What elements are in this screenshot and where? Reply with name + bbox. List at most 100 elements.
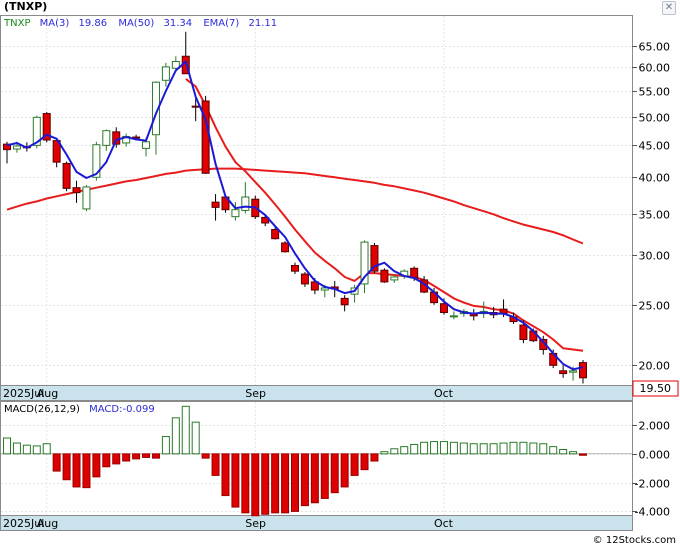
price-y-tick-label: 35.00 (639, 209, 671, 222)
candle-body (390, 276, 399, 281)
candle-body (300, 273, 309, 285)
candle-body (62, 162, 71, 189)
legend-ma3-value: 19.86 (79, 18, 108, 29)
macd-value: MACD:-0.099 (89, 404, 155, 415)
macd-bar (42, 443, 51, 455)
price-legend: TNXP MA(3) 19.86 MA(50) 31.34 EMA(7) 21.… (3, 18, 277, 29)
macd-bar (122, 453, 131, 462)
candle-body (449, 315, 458, 318)
price-y-tick-label: 25.00 (639, 300, 671, 313)
stock-chart: 20.00 25.00 30.00 35.00 40.00 45.00 50.00 55.00… (0, 0, 680, 546)
price-x-tick-label: Sep (245, 387, 266, 400)
candle-body (82, 186, 91, 210)
macd-bar (549, 446, 558, 455)
macd-bar (509, 441, 518, 455)
price-x-tick-label: Oct (434, 387, 454, 400)
watermark: © 12Stocks.com (592, 535, 676, 546)
candle-body (579, 362, 587, 379)
legend-ma50-label: MA(50) (118, 18, 154, 29)
macd-bar (539, 443, 548, 455)
legend-ma50-value: 31.34 (164, 18, 193, 29)
macd-x-tick-label: Aug (37, 517, 58, 530)
legend-symbol: TNXP (3, 18, 30, 29)
macd-y-tick-label: -2.000 (635, 478, 670, 491)
chart-svg: 20.00 25.00 30.00 35.00 40.00 45.00 50.00 55.00… (0, 15, 679, 531)
candle-body (102, 130, 111, 146)
macd-bar (449, 441, 458, 455)
macd-bar (191, 421, 200, 455)
price-y-tick-label: 55.00 (639, 86, 671, 99)
candle (62, 161, 71, 192)
macd-bar (142, 453, 151, 458)
candle-body (191, 105, 200, 108)
macd-bar (22, 444, 31, 455)
macd-bar (291, 453, 299, 512)
price-y-tick-label: 65.00 (639, 41, 671, 54)
candle-body (380, 269, 389, 283)
legend-ema7-label: EMA(7) (203, 18, 239, 29)
macd-bar (102, 453, 111, 468)
macd-bar (201, 453, 210, 459)
macd-bar (181, 405, 190, 455)
candle (380, 268, 389, 283)
macd-bar (350, 453, 359, 476)
candle-body (211, 201, 220, 208)
macd-bar (559, 449, 568, 455)
macd-bar (499, 442, 508, 455)
macd-bar (310, 453, 319, 504)
macd-bar (151, 453, 160, 459)
candle-body (231, 209, 240, 218)
price-y-tick-label: 20.00 (639, 360, 671, 373)
legend-ma3-label: MA(3) (40, 18, 70, 29)
price-y-tick-label: 50.00 (639, 112, 671, 125)
macd-bar (300, 453, 309, 507)
candle-body (281, 242, 290, 253)
macd-bar (72, 453, 81, 488)
macd-bar (241, 453, 250, 514)
macd-bar (32, 445, 41, 455)
legend-ema7-value: 21.11 (248, 18, 277, 29)
ticker-title: (TNXP) (4, 0, 48, 13)
candle-body (519, 324, 528, 340)
macd-x-tick-label: Sep (245, 517, 266, 530)
candle-body (241, 196, 250, 211)
price-x-tick-label: Aug (37, 387, 58, 400)
macd-bar (479, 443, 488, 455)
macd-bar (112, 453, 121, 465)
macd-legend: MACD(26,12,9) MACD:-0.099 (4, 404, 155, 415)
macd-bar (271, 453, 280, 514)
macd-bar (231, 453, 240, 508)
price-y-tick-label: 45.00 (639, 140, 671, 153)
macd-bar (261, 453, 270, 515)
macd-y-axis: 2.000 0.000 -2.000 -4.000 (632, 420, 670, 519)
macd-bar (82, 453, 91, 489)
macd-bar (420, 441, 429, 455)
price-y-tick-label: 40.00 (639, 172, 671, 185)
macd-bar (380, 451, 389, 455)
candle-body (72, 187, 81, 194)
macd-bar (400, 446, 409, 455)
macd-bar (330, 453, 339, 494)
macd-bar (320, 453, 329, 499)
macd-y-tick-label: 2.000 (639, 420, 671, 433)
macd-title: MACD(26,12,9) (4, 404, 80, 415)
macd-bar (430, 441, 439, 455)
macd-bar (370, 453, 379, 462)
macd-bar (459, 442, 468, 455)
macd-bar (439, 441, 448, 455)
macd-bar (529, 442, 538, 455)
macd-bar (360, 453, 369, 471)
price-y-axis: 20.00 25.00 30.00 35.00 40.00 45.00 50.00 55.00… (632, 41, 670, 373)
last-price-label: 19.50 (632, 380, 679, 397)
macd-xaxis-band (0, 515, 633, 531)
macd-bar (469, 443, 478, 455)
candle-body (142, 141, 151, 149)
candle-body (569, 370, 578, 373)
last-price-text: 19.50 (640, 382, 672, 395)
macd-bar (281, 453, 290, 514)
macd-bar (3, 437, 11, 455)
macd-bar (519, 441, 528, 455)
candle-body (12, 145, 21, 150)
close-icon[interactable]: ✕ (662, 1, 676, 15)
macd-y-tick-label: -4.000 (635, 506, 670, 519)
